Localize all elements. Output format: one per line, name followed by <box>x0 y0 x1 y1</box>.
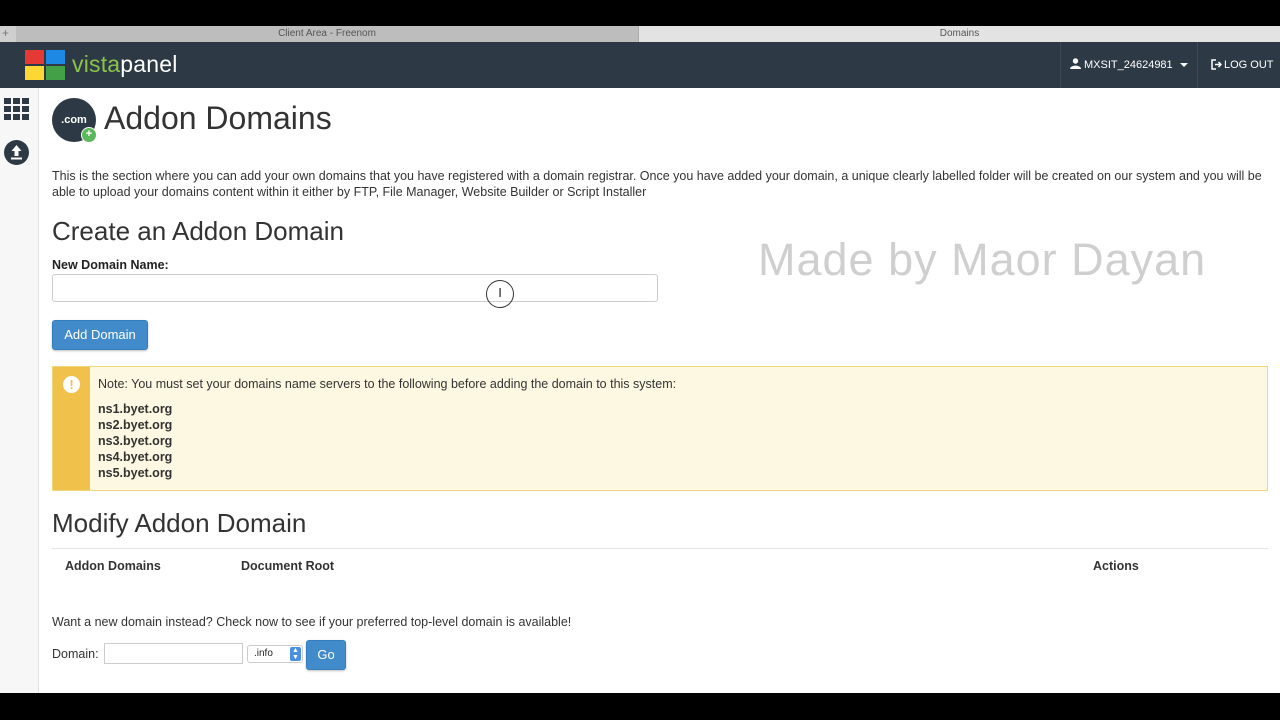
warning-icon: ! <box>63 376 80 393</box>
alert-note: Note: You must set your domains name ser… <box>98 377 677 391</box>
nameserver-list: ns1.byet.org ns2.byet.org ns3.byet.org n… <box>98 401 172 481</box>
column-document-root: Document Root <box>241 559 335 573</box>
column-actions: Actions <box>1093 559 1139 573</box>
nameserver-item: ns1.byet.org <box>98 402 173 416</box>
tab-client-area[interactable]: Client Area - Freenom <box>16 26 639 42</box>
nameserver-alert: ! Note: You must set your domains name s… <box>52 366 1268 491</box>
column-addon-domains: Addon Domains <box>65 559 161 573</box>
tab-domains[interactable]: Domains <box>639 26 1280 42</box>
go-button[interactable]: Go <box>306 640 346 670</box>
vistapanel-logo-icon[interactable] <box>25 50 65 80</box>
logout-button[interactable]: LOG OUT <box>1210 42 1274 88</box>
browser-tab-bar: + Client Area - Freenom Domains <box>0 26 1280 43</box>
nameserver-item: ns2.byet.org <box>98 418 173 432</box>
nameserver-item: ns4.byet.org <box>98 450 173 464</box>
tld-selected: .info <box>254 648 273 659</box>
dotcom-icon: .com + <box>52 98 97 143</box>
create-heading: Create an Addon Domain <box>52 216 344 246</box>
intro-text: This is the section where you can add yo… <box>52 169 1262 199</box>
tld-select[interactable]: .info ▲ ▼ <box>247 645 303 663</box>
logo-vista: vista <box>72 51 121 77</box>
select-arrows-icon: ▲ ▼ <box>290 647 301 661</box>
left-rail <box>0 88 39 693</box>
nameserver-item: ns3.byet.org <box>98 434 173 448</box>
apps-grid-icon[interactable] <box>4 98 29 120</box>
new-tab-icon[interactable]: + <box>2 26 9 40</box>
logo-panel: panel <box>120 51 178 77</box>
text-cursor-icon: I <box>486 280 514 308</box>
domain-label: Domain: <box>52 647 99 661</box>
new-domain-label: New Domain Name: <box>52 258 169 272</box>
dotcom-icon-text: .com <box>61 114 87 126</box>
domain-check-text: Want a new domain instead? Check now to … <box>52 615 572 629</box>
alert-strip: ! <box>53 367 90 490</box>
logout-label: LOG OUT <box>1224 59 1274 71</box>
chevron-down-icon <box>1180 63 1188 67</box>
upload-icon[interactable] <box>4 140 29 165</box>
username: MXSIT_24624981 <box>1084 59 1173 71</box>
domain-search-input[interactable] <box>104 643 243 664</box>
main-panel: .com + Addon Domains This is the section… <box>52 88 1269 693</box>
vistapanel-logo-text[interactable]: vistapanel <box>72 51 178 78</box>
new-domain-input[interactable] <box>52 274 658 302</box>
nameserver-item: ns5.byet.org <box>98 466 173 480</box>
watermark: Made by Maor Dayan <box>758 234 1207 285</box>
addon-table-header: Addon Domains Document Root Actions <box>52 548 1268 579</box>
user-icon <box>1070 58 1081 69</box>
content-area: .com + Addon Domains This is the section… <box>0 88 1280 693</box>
modify-heading: Modify Addon Domain <box>52 508 307 538</box>
page-title: Addon Domains <box>104 100 332 136</box>
top-navbar: vistapanel MXSIT_24624981 LOG OUT <box>0 42 1280 88</box>
add-domain-button[interactable]: Add Domain <box>52 320 148 350</box>
logout-icon <box>1211 59 1222 70</box>
plus-icon: + <box>81 127 97 143</box>
user-menu[interactable]: MXSIT_24624981 <box>1060 42 1198 88</box>
